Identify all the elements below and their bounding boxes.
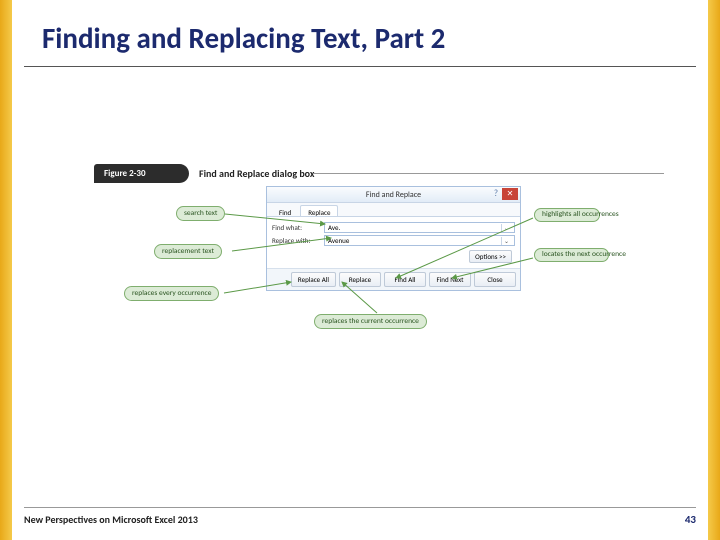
find-all-button[interactable]: Find All	[384, 272, 426, 287]
find-next-button[interactable]: Find Next	[429, 272, 471, 287]
callout-highlights-all: highlights all occurrences	[534, 208, 600, 222]
find-what-label: Find what:	[272, 223, 324, 232]
help-icon[interactable]: ?	[494, 188, 498, 199]
page-number: 43	[685, 513, 696, 526]
dialog-title: Find and Replace	[366, 190, 421, 200]
callout-search-text: search text	[176, 206, 225, 221]
tab-find[interactable]: Find	[271, 205, 299, 216]
replace-button[interactable]: Replace	[339, 272, 381, 287]
footer-text: New Perspectives on Microsoft Excel 2013	[24, 513, 198, 526]
tab-replace[interactable]: Replace	[300, 205, 338, 216]
callout-replaces-every: replaces every occurrence	[124, 286, 219, 301]
replace-all-button[interactable]: Replace All	[291, 272, 336, 287]
chevron-down-icon[interactable]: ⌄	[501, 224, 511, 232]
figure: Figure 2-30 Find and Replace dialog box …	[94, 164, 664, 361]
replace-with-input[interactable]: Avenue⌄	[324, 235, 515, 246]
figure-caption: Find and Replace dialog box	[189, 164, 314, 183]
callout-replacement-text: replacement text	[154, 244, 222, 259]
close-button[interactable]: Close	[474, 272, 516, 287]
chevron-down-icon[interactable]: ⌄	[501, 237, 511, 245]
slide-title: Finding and Replacing Text, Part 2	[24, 14, 696, 67]
dialog-titlebar: Find and Replace ? ✕	[267, 187, 520, 203]
find-what-input[interactable]: Ave.⌄	[324, 222, 515, 233]
callout-locates-next: locates the next occurrence	[534, 248, 609, 262]
options-button[interactable]: Options >>	[469, 250, 512, 263]
replace-with-label: Replace with:	[272, 236, 324, 245]
figure-number: Figure 2-30	[94, 164, 179, 183]
close-icon[interactable]: ✕	[502, 188, 518, 200]
callout-replaces-current: replaces the current occurrence	[314, 314, 427, 329]
find-replace-dialog: Find and Replace ? ✕ Find Replace Find w…	[266, 186, 521, 291]
